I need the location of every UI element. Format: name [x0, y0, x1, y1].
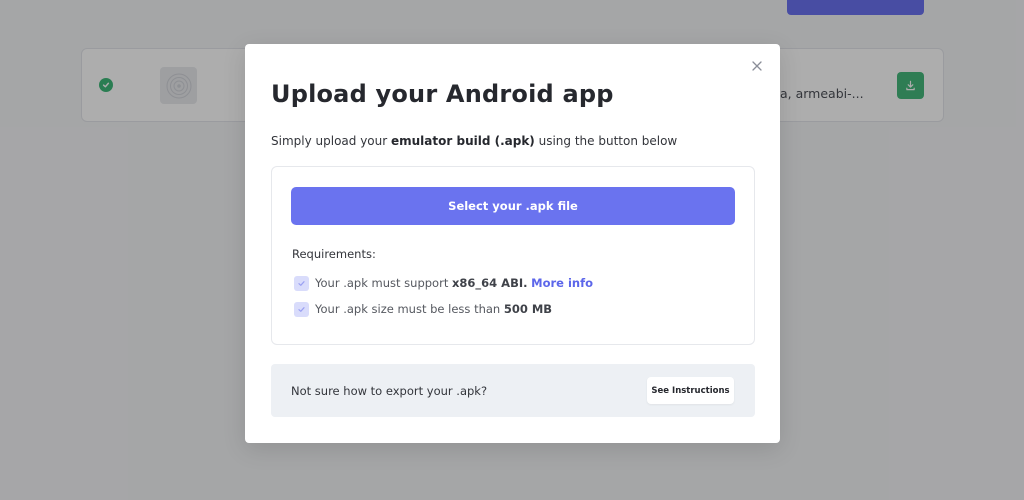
- requirement-size-prefix: Your .apk size must be less than: [315, 302, 504, 316]
- subtitle-emphasis: emulator build (.apk): [391, 134, 535, 148]
- check-icon: [294, 301, 309, 317]
- modal-subtitle: Simply upload your emulator build (.apk)…: [271, 134, 677, 148]
- subtitle-suffix: using the button below: [534, 134, 678, 148]
- requirement-abi-text: Your .apk must support x86_64 ABI. More …: [315, 276, 593, 290]
- modal-title: Upload your Android app: [271, 80, 614, 108]
- requirement-abi: Your .apk must support x86_64 ABI. More …: [294, 275, 593, 291]
- requirement-abi-value: x86_64 ABI.: [451, 276, 528, 290]
- close-icon: [752, 61, 762, 71]
- more-info-link[interactable]: More info: [531, 276, 593, 290]
- select-apk-button[interactable]: Select your .apk file: [291, 187, 735, 225]
- requirement-size-text: Your .apk size must be less than 500 MB: [315, 302, 552, 316]
- see-instructions-button[interactable]: See Instructions: [647, 377, 734, 404]
- check-icon: [294, 275, 309, 291]
- requirement-size: Your .apk size must be less than 500 MB: [294, 301, 552, 317]
- requirement-size-value: 500 MB: [503, 302, 553, 316]
- export-help-text: Not sure how to export your .apk?: [291, 384, 488, 398]
- subtitle-prefix: Simply upload your: [271, 134, 391, 148]
- requirements-title: Requirements:: [292, 247, 376, 261]
- upload-modal: Upload your Android app Simply upload yo…: [245, 44, 780, 443]
- close-button[interactable]: [750, 59, 764, 73]
- export-help-panel: Not sure how to export your .apk? See In…: [271, 364, 755, 417]
- requirement-abi-prefix: Your .apk must support: [315, 276, 452, 290]
- upload-panel: Select your .apk file Requirements: Your…: [271, 166, 755, 345]
